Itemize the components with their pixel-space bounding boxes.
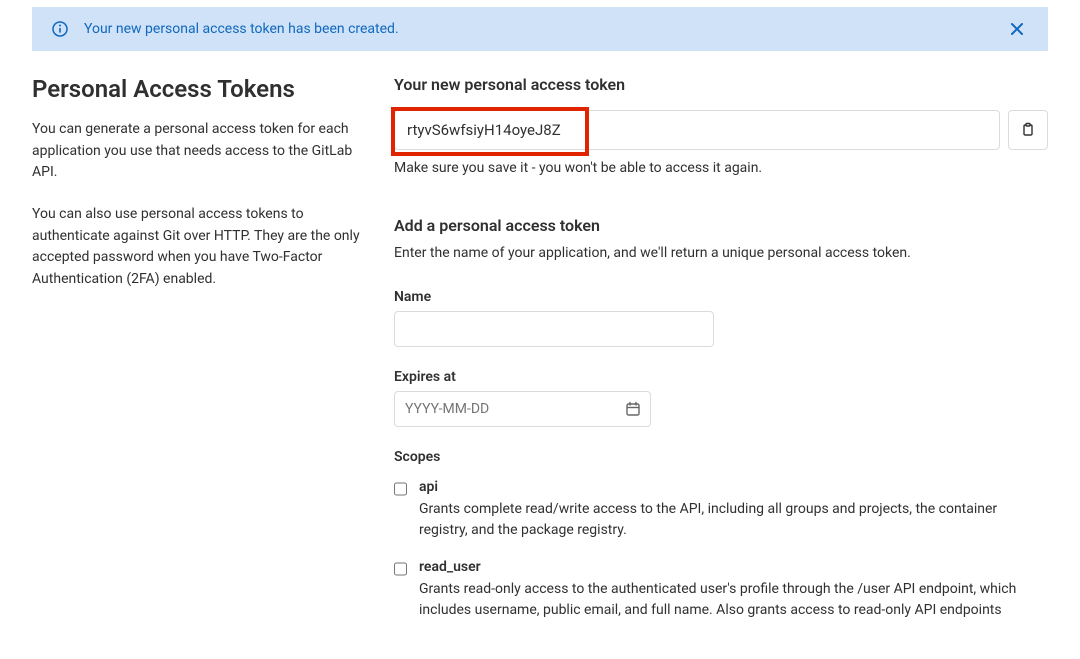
scope-checkbox-read-user[interactable] [394, 562, 407, 576]
alert-banner: Your new personal access token has been … [32, 7, 1048, 51]
expires-label: Expires at [394, 369, 1048, 385]
close-icon [1010, 22, 1024, 36]
clipboard-icon [1020, 122, 1036, 138]
scope-item-read-user: read_user Grants read-only access to the… [394, 559, 1048, 621]
token-input[interactable] [394, 110, 1000, 150]
scope-name: api [419, 479, 1048, 495]
info-icon [52, 21, 68, 37]
add-token-lead: Enter the name of your application, and … [394, 245, 1048, 261]
scope-desc: Grants read-only access to the authentic… [419, 581, 1016, 618]
alert-text: Your new personal access token has been … [84, 21, 399, 37]
scope-name: read_user [419, 559, 1048, 575]
token-row [394, 110, 1048, 150]
sidebar-para-1: You can generate a personal access token… [32, 119, 362, 184]
page-content: Personal Access Tokens You can generate … [0, 75, 1080, 659]
expires-input[interactable] [394, 391, 651, 427]
alert-dismiss-button[interactable] [1006, 22, 1028, 36]
scope-checkbox-api[interactable] [394, 482, 407, 496]
token-heading: Your new personal access token [394, 75, 1048, 94]
page-title: Personal Access Tokens [32, 75, 362, 103]
sidebar: Personal Access Tokens You can generate … [32, 75, 362, 639]
token-hint: Make sure you save it - you won't be abl… [394, 160, 1048, 176]
expires-field-row: Expires at [394, 369, 1048, 427]
sidebar-para-2: You can also use personal access tokens … [32, 204, 362, 291]
expires-input-wrap [394, 391, 651, 427]
name-label: Name [394, 289, 1048, 305]
name-field-row: Name [394, 289, 1048, 347]
add-token-heading: Add a personal access token [394, 216, 1048, 235]
scope-text: read_user Grants read-only access to the… [419, 559, 1048, 621]
main: Your new personal access token Make sure… [394, 75, 1048, 639]
copy-token-button[interactable] [1008, 110, 1048, 150]
scope-desc: Grants complete read/write access to the… [419, 501, 997, 538]
scope-text: api Grants complete read/write access to… [419, 479, 1048, 541]
name-input[interactable] [394, 311, 714, 347]
scope-item-api: api Grants complete read/write access to… [394, 479, 1048, 541]
scopes-label: Scopes [394, 449, 1048, 465]
